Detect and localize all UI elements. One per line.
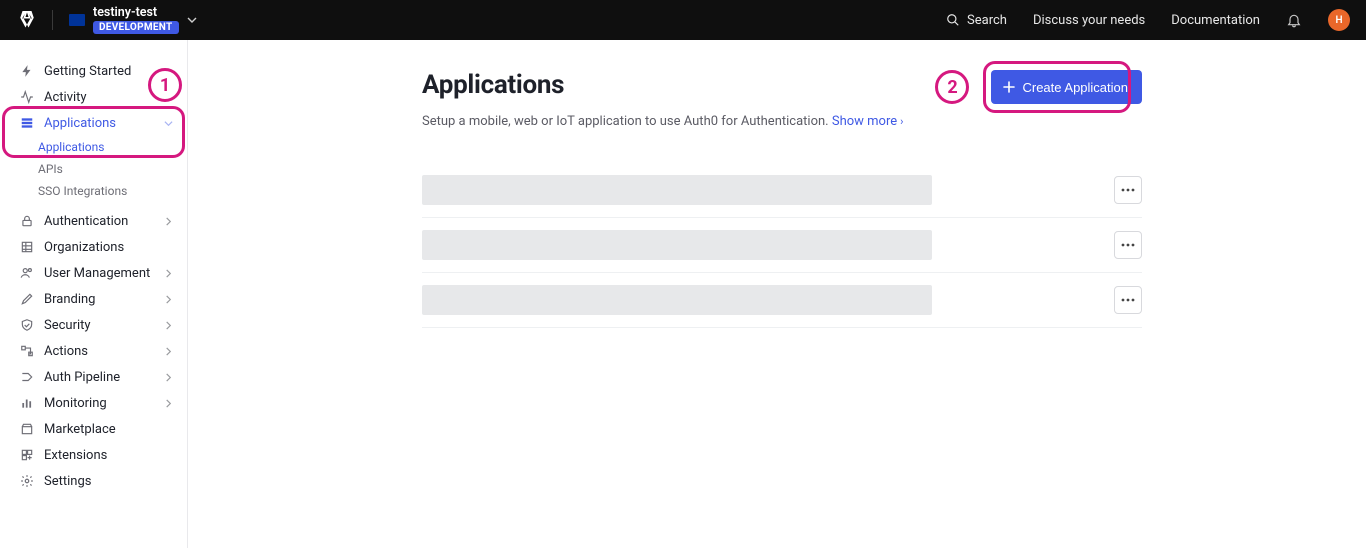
discuss-link[interactable]: Discuss your needs — [1033, 13, 1145, 28]
gear-icon — [20, 474, 34, 488]
organizations-icon — [20, 240, 34, 254]
topbar-right: Search Discuss your needs Documentation … — [946, 9, 1350, 31]
sidebar-item-marketplace[interactable]: Marketplace — [0, 416, 187, 442]
sidebar-item-settings[interactable]: Settings — [0, 468, 187, 494]
chevron-right-icon — [164, 269, 173, 278]
divider — [52, 10, 53, 30]
chevron-right-icon — [164, 347, 173, 356]
chevron-down-icon — [187, 15, 197, 25]
create-application-button[interactable]: Create Application — [991, 70, 1142, 104]
application-row — [422, 163, 1142, 218]
documentation-link[interactable]: Documentation — [1171, 13, 1260, 28]
sidebar-item-security[interactable]: Security — [0, 312, 187, 338]
marketplace-icon — [20, 422, 34, 436]
chevron-right-icon — [164, 373, 173, 382]
application-row — [422, 218, 1142, 273]
users-icon — [20, 266, 34, 280]
chevron-right-icon: › — [900, 115, 903, 128]
application-row — [422, 273, 1142, 328]
sidebar-item-extensions[interactable]: Extensions — [0, 442, 187, 468]
page-subtitle: Setup a mobile, web or IoT application t… — [422, 114, 1142, 129]
sidebar-item-monitoring[interactable]: Monitoring — [0, 390, 187, 416]
avatar[interactable]: H — [1328, 9, 1350, 31]
bar-chart-icon — [20, 396, 34, 410]
sidebar-item-getting-started[interactable]: Getting Started — [0, 58, 187, 84]
applications-list — [422, 163, 1142, 328]
row-more-button[interactable] — [1114, 176, 1142, 204]
activity-icon — [20, 90, 34, 104]
auth0-logo-icon[interactable] — [18, 11, 36, 29]
sidebar: Getting Started Activity Applications Ap… — [0, 40, 188, 548]
sidebar-item-authentication[interactable]: Authentication — [0, 208, 187, 234]
more-horizontal-icon — [1121, 243, 1135, 247]
tenant-switcher[interactable]: testiny-test DEVELOPMENT — [69, 6, 197, 35]
tenant-name: testiny-test — [93, 6, 179, 20]
more-horizontal-icon — [1121, 188, 1135, 192]
extensions-icon — [20, 448, 34, 462]
brush-icon — [20, 292, 34, 306]
sidebar-item-activity[interactable]: Activity — [0, 84, 187, 110]
annotation-number-2: 2 — [935, 70, 969, 104]
more-horizontal-icon — [1121, 298, 1135, 302]
chevron-right-icon — [164, 295, 173, 304]
search-icon — [946, 13, 960, 27]
sidebar-item-applications[interactable]: Applications — [0, 110, 187, 136]
show-more-link[interactable]: Show more — [832, 114, 897, 129]
chevron-right-icon — [164, 217, 173, 226]
flow-icon — [20, 344, 34, 358]
application-placeholder — [422, 285, 932, 315]
search-button[interactable]: Search — [946, 13, 1007, 28]
chevron-right-icon — [164, 399, 173, 408]
shield-icon — [20, 318, 34, 332]
chevron-right-icon — [164, 321, 173, 330]
row-more-button[interactable] — [1114, 286, 1142, 314]
application-placeholder — [422, 175, 932, 205]
content: Applications Create Application 2 Setup … — [188, 40, 1366, 548]
tenant-env-badge: DEVELOPMENT — [93, 21, 179, 35]
row-more-button[interactable] — [1114, 231, 1142, 259]
sidebar-subitem-sso[interactable]: SSO Integrations — [0, 180, 187, 202]
applications-icon — [20, 116, 34, 130]
sidebar-item-organizations[interactable]: Organizations — [0, 234, 187, 260]
sidebar-item-branding[interactable]: Branding — [0, 286, 187, 312]
sidebar-item-user-management[interactable]: User Management — [0, 260, 187, 286]
lightning-icon — [20, 64, 34, 78]
plus-icon — [1003, 81, 1015, 93]
sidebar-subitem-applications[interactable]: Applications — [0, 136, 187, 158]
bell-icon[interactable] — [1286, 12, 1302, 28]
chevron-down-icon — [164, 119, 173, 128]
sidebar-item-actions[interactable]: Actions — [0, 338, 187, 364]
sidebar-subitem-apis[interactable]: APIs — [0, 158, 187, 180]
eu-flag-icon — [69, 14, 85, 26]
lock-icon — [20, 214, 34, 228]
search-label: Search — [967, 13, 1007, 28]
page-title: Applications — [422, 70, 564, 100]
sidebar-item-auth-pipeline[interactable]: Auth Pipeline — [0, 364, 187, 390]
topbar: testiny-test DEVELOPMENT Search Discuss … — [0, 0, 1366, 40]
application-placeholder — [422, 230, 932, 260]
pipeline-icon — [20, 370, 34, 384]
